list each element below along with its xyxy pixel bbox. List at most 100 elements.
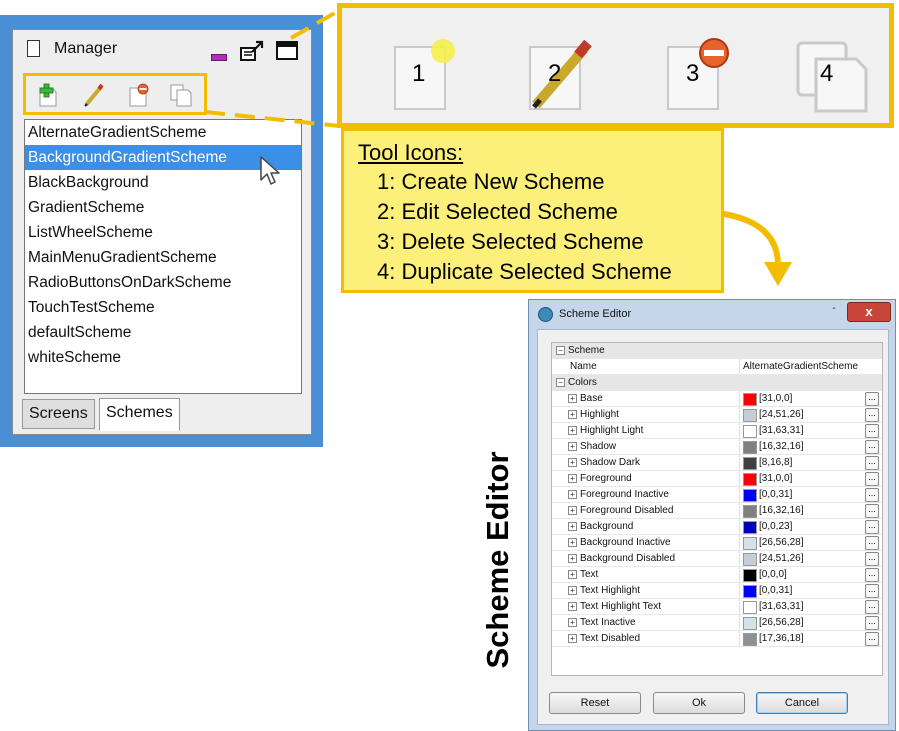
color-picker-button[interactable]: ... xyxy=(865,472,879,486)
undock-icon[interactable] xyxy=(238,40,266,62)
color-row[interactable]: + Highlight [24,51,26]... xyxy=(552,407,882,423)
scheme-list-item[interactable]: MainMenuGradientScheme xyxy=(25,245,301,270)
column-separator xyxy=(739,599,740,615)
document-icon xyxy=(27,40,40,57)
color-value[interactable]: [16,32,16] xyxy=(759,441,803,452)
name-value[interactable]: AlternateGradientScheme xyxy=(743,361,858,372)
color-row[interactable]: + Text Highlight Text [31,63,31]... xyxy=(552,599,882,615)
expand-icon[interactable]: + xyxy=(568,490,577,499)
color-picker-button[interactable]: ... xyxy=(865,536,879,550)
color-picker-button[interactable]: ... xyxy=(865,504,879,518)
expand-icon[interactable]: + xyxy=(568,522,577,531)
color-swatch xyxy=(743,473,757,486)
scheme-list-item[interactable]: whiteScheme xyxy=(25,345,301,370)
color-row[interactable]: + Foreground Inactive [0,0,31]... xyxy=(552,487,882,503)
maximize-icon[interactable] xyxy=(276,41,298,60)
scheme-list-item[interactable]: TouchTestScheme xyxy=(25,295,301,320)
color-name: Text Disabled xyxy=(580,633,641,644)
expand-icon[interactable]: + xyxy=(568,458,577,467)
scheme-list-item[interactable]: AlternateGradientScheme xyxy=(25,120,301,145)
colors-group-row[interactable]: − Colors xyxy=(552,375,882,391)
close-button[interactable]: x xyxy=(847,302,891,322)
color-value[interactable]: [24,51,26] xyxy=(759,553,803,564)
color-row[interactable]: + Text Highlight [0,0,31]... xyxy=(552,583,882,599)
color-value[interactable]: [0,0,0] xyxy=(759,569,787,580)
color-value[interactable]: [31,63,31] xyxy=(759,601,803,612)
scheme-editor-title-bar[interactable]: Scheme Editor - x xyxy=(529,300,895,328)
expand-icon[interactable]: + xyxy=(568,618,577,627)
expand-icon[interactable]: + xyxy=(568,474,577,483)
color-picker-button[interactable]: ... xyxy=(865,632,879,646)
expand-icon[interactable]: + xyxy=(568,586,577,595)
color-row[interactable]: + Background [0,0,23]... xyxy=(552,519,882,535)
tab-screens[interactable]: Screens xyxy=(22,399,95,429)
scheme-list-item[interactable]: ListWheelScheme xyxy=(25,220,301,245)
color-picker-button[interactable]: ... xyxy=(865,520,879,534)
color-row[interactable]: + Foreground Disabled [16,32,16]... xyxy=(552,503,882,519)
scheme-list-item[interactable]: defaultScheme xyxy=(25,320,301,345)
collapse-icon[interactable]: − xyxy=(556,378,565,387)
expand-icon[interactable]: + xyxy=(568,554,577,563)
color-picker-button[interactable]: ... xyxy=(865,616,879,630)
color-row[interactable]: + Background Disabled [24,51,26]... xyxy=(552,551,882,567)
color-picker-button[interactable]: ... xyxy=(865,568,879,582)
column-separator xyxy=(739,503,740,519)
collapse-icon[interactable]: − xyxy=(556,346,565,355)
color-value[interactable]: [26,56,28] xyxy=(759,537,803,548)
color-value[interactable]: [8,16,8] xyxy=(759,457,792,468)
scheme-editor-body: − Scheme Name AlternateGradientScheme − … xyxy=(537,329,889,725)
expand-icon[interactable]: + xyxy=(568,442,577,451)
color-value[interactable]: [0,0,31] xyxy=(759,585,792,596)
scheme-list-item[interactable]: RadioButtonsOnDarkScheme xyxy=(25,270,301,295)
color-value[interactable]: [17,36,18] xyxy=(759,633,803,644)
color-value[interactable]: [0,0,31] xyxy=(759,489,792,500)
scheme-list-item[interactable]: GradientScheme xyxy=(25,195,301,220)
property-grid[interactable]: − Scheme Name AlternateGradientScheme − … xyxy=(551,342,883,676)
manager-title-bar[interactable]: Manager xyxy=(13,30,311,64)
color-value[interactable]: [31,63,31] xyxy=(759,425,803,436)
expand-icon[interactable]: + xyxy=(568,570,577,579)
expand-icon[interactable]: + xyxy=(568,506,577,515)
color-picker-button[interactable]: ... xyxy=(865,392,879,406)
expand-icon[interactable]: + xyxy=(568,394,577,403)
color-picker-button[interactable]: ... xyxy=(865,584,879,598)
zoom-number-4: 4 xyxy=(820,60,834,87)
mouse-pointer-icon xyxy=(260,156,280,185)
color-value[interactable]: [24,51,26] xyxy=(759,409,803,420)
cancel-button[interactable]: Cancel xyxy=(756,692,848,714)
color-row[interactable]: + Background Inactive [26,56,28]... xyxy=(552,535,882,551)
color-value[interactable]: [0,0,23] xyxy=(759,521,792,532)
color-row[interactable]: + Shadow Dark [8,16,8]... xyxy=(552,455,882,471)
scheme-group-row[interactable]: − Scheme xyxy=(552,343,882,359)
minimize-button[interactable]: - xyxy=(827,303,841,314)
color-row[interactable]: + Text Inactive [26,56,28]... xyxy=(552,615,882,631)
color-row[interactable]: + Base [31,0,0]... xyxy=(552,391,882,407)
reset-button[interactable]: Reset xyxy=(549,692,641,714)
color-picker-button[interactable]: ... xyxy=(865,488,879,502)
color-row[interactable]: + Shadow [16,32,16]... xyxy=(552,439,882,455)
tab-schemes[interactable]: Schemes xyxy=(99,398,180,431)
color-picker-button[interactable]: ... xyxy=(865,424,879,438)
color-row[interactable]: + Highlight Light [31,63,31]... xyxy=(552,423,882,439)
expand-icon[interactable]: + xyxy=(568,426,577,435)
color-row[interactable]: + Text [0,0,0]... xyxy=(552,567,882,583)
color-picker-button[interactable]: ... xyxy=(865,600,879,614)
color-picker-button[interactable]: ... xyxy=(865,408,879,422)
color-picker-button[interactable]: ... xyxy=(865,440,879,454)
color-value[interactable]: [31,0,0] xyxy=(759,473,792,484)
color-value[interactable]: [26,56,28] xyxy=(759,617,803,628)
color-row[interactable]: + Foreground [31,0,0]... xyxy=(552,471,882,487)
name-row[interactable]: Name AlternateGradientScheme xyxy=(552,359,882,375)
expand-icon[interactable]: + xyxy=(568,634,577,643)
expand-icon[interactable]: + xyxy=(568,410,577,419)
color-value[interactable]: [31,0,0] xyxy=(759,393,792,404)
expand-icon[interactable]: + xyxy=(568,602,577,611)
color-picker-button[interactable]: ... xyxy=(865,456,879,470)
color-picker-button[interactable]: ... xyxy=(865,552,879,566)
column-separator xyxy=(739,583,740,599)
ok-button[interactable]: Ok xyxy=(653,692,745,714)
color-row[interactable]: + Text Disabled [17,36,18]... xyxy=(552,631,882,647)
expand-icon[interactable]: + xyxy=(568,538,577,547)
minimize-icon[interactable] xyxy=(211,54,227,61)
color-value[interactable]: [16,32,16] xyxy=(759,505,803,516)
